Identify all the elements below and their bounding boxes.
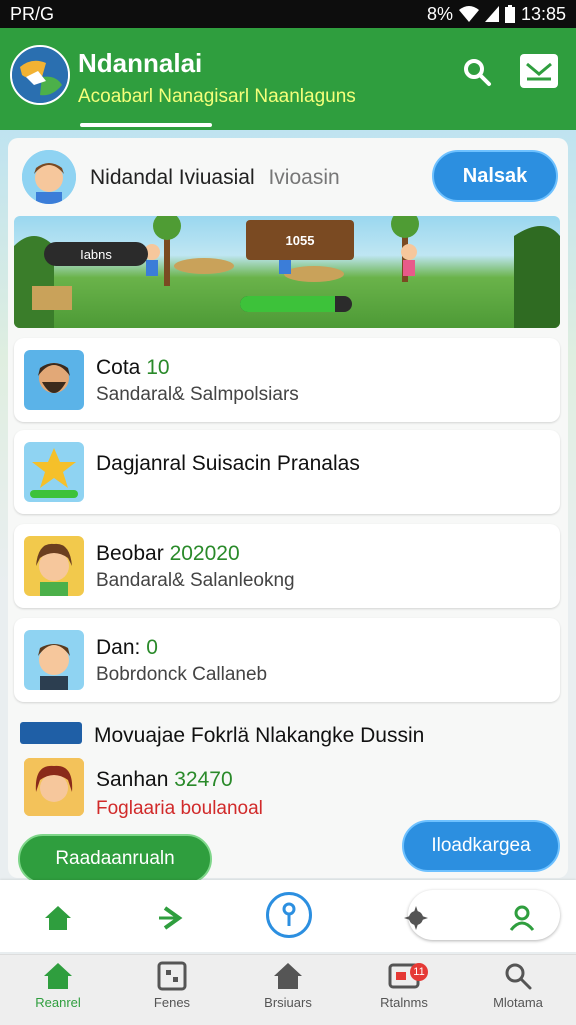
header-tab-indicator bbox=[80, 123, 212, 127]
app-logo[interactable] bbox=[10, 45, 70, 105]
search-button[interactable] bbox=[455, 50, 499, 94]
right-fab-button[interactable]: Iloadkargea bbox=[402, 820, 560, 872]
nav-item-games[interactable]: Fenes bbox=[122, 961, 222, 1021]
profile-avatar[interactable] bbox=[22, 150, 76, 204]
search-icon bbox=[464, 59, 491, 86]
action-toolbar bbox=[0, 880, 576, 952]
list-item-title: Cota 10 bbox=[96, 356, 170, 380]
nav-item-messages[interactable]: 11 Rtalnms bbox=[354, 961, 454, 1021]
nav-item-browse[interactable]: Brsiuars bbox=[238, 961, 338, 1021]
banner-progress-bar bbox=[240, 296, 352, 312]
nav-item-search[interactable]: Mlotama bbox=[468, 961, 568, 1021]
list-item-subtitle: Bandaral& Salanleokng bbox=[96, 570, 295, 591]
featured-row[interactable]: Movuajae Fokrlä Nlakangke Dussin Sanhan … bbox=[14, 714, 560, 824]
left-fab-button[interactable]: Raadaanrualn bbox=[18, 834, 212, 884]
list-item-title: Dan: 0 bbox=[96, 636, 158, 660]
key-icon bbox=[282, 902, 296, 926]
profile-name-row: Nidandal Iviuasial Ivioasin bbox=[90, 166, 340, 190]
banner-tag: Iabns bbox=[44, 242, 148, 266]
avatar-bearded-icon bbox=[24, 350, 84, 410]
nav-label: Rtalnms bbox=[380, 995, 428, 1010]
search-icon bbox=[505, 963, 532, 990]
clock: 13:85 bbox=[520, 3, 566, 24]
list-item-title-text: Beobar bbox=[96, 542, 164, 565]
user-icon bbox=[509, 905, 535, 931]
featured-name: Sanhan bbox=[96, 768, 169, 791]
featured-value: 32470 bbox=[174, 768, 233, 791]
app-subtitle: Acoabarl Nanagisarl Naanlaguns bbox=[78, 86, 356, 107]
list-avatar bbox=[24, 536, 84, 596]
signal-icon bbox=[484, 6, 499, 22]
grid-icon bbox=[157, 961, 187, 991]
carrier-label: PR/G bbox=[10, 3, 55, 24]
battery-percent: 8% bbox=[426, 3, 453, 24]
profile-status: Ivioasin bbox=[268, 166, 340, 189]
battery-icon bbox=[504, 5, 515, 23]
toolbar-settings-button[interactable] bbox=[396, 898, 436, 938]
star-fox-icon bbox=[24, 442, 84, 502]
app-title: Ndannalai bbox=[78, 48, 203, 78]
list-item-title: Dagjanral Suisacin Pranalas bbox=[96, 452, 360, 475]
list-item[interactable]: Beobar 202020 Bandaral& Salanleokng bbox=[14, 524, 560, 608]
profile-name: Nidandal bbox=[90, 166, 173, 189]
featured-title: Movuajae Fokrlä Nlakangke Dussin bbox=[94, 724, 425, 747]
featured-name-row: Sanhan 32470 bbox=[96, 768, 233, 792]
list-item-value: 202020 bbox=[169, 542, 240, 565]
banner-sign: 1055 bbox=[246, 220, 354, 260]
list-avatar bbox=[24, 350, 84, 410]
list-item-value: 0 bbox=[146, 636, 158, 659]
nav-label: Mlotama bbox=[493, 995, 543, 1010]
list-avatar bbox=[24, 630, 84, 690]
list-item-title-text: Dan: bbox=[96, 636, 141, 659]
list-item-subtitle: Sandaral& Salmpolsiars bbox=[96, 384, 299, 405]
status-bar: PR/G 8% 13:85 bbox=[0, 0, 576, 28]
avatar-redhair-icon bbox=[24, 758, 84, 816]
status-right: 8% 13:85 bbox=[427, 4, 566, 25]
avatar-boy-icon bbox=[22, 150, 76, 204]
avatar-girl-icon bbox=[24, 536, 84, 596]
list-item[interactable]: Cota 10 Sandaral& Salmpolsiars bbox=[14, 338, 560, 422]
featured-avatar bbox=[24, 758, 84, 816]
banner-progress-fill bbox=[240, 296, 336, 312]
list-avatar bbox=[24, 442, 84, 502]
nav-label: Fenes bbox=[153, 995, 191, 1010]
globe-icon bbox=[12, 47, 68, 103]
bottom-nav: Reanrel Fenes Brsiuars 11 Rtalnms Mlotam… bbox=[0, 954, 576, 1025]
list-item-title: Beobar 202020 bbox=[96, 542, 240, 566]
list-item-title-text: Cota bbox=[96, 356, 141, 379]
app-header: Ndannalai Acoabarl Nanagisarl Naanlaguns bbox=[0, 28, 576, 130]
gear-icon bbox=[404, 906, 428, 930]
notification-badge: 11 bbox=[410, 963, 428, 981]
list-item-subtitle: Bobrdonck Callaneb bbox=[96, 664, 268, 685]
mail-icon bbox=[526, 62, 552, 81]
toolbar-home-button[interactable] bbox=[38, 898, 78, 938]
home-icon bbox=[44, 963, 72, 989]
wifi-icon bbox=[458, 6, 479, 22]
nav-item-home[interactable]: Reanrel bbox=[8, 961, 108, 1021]
toolbar-center-button[interactable] bbox=[266, 892, 312, 938]
avatar-man-icon bbox=[24, 630, 84, 690]
profile-action-button[interactable]: Nalsak bbox=[432, 150, 558, 202]
featured-note: Foglaaria boulanoal bbox=[96, 798, 263, 819]
forward-arrow-icon bbox=[159, 906, 183, 930]
nav-label: Reanrel bbox=[35, 995, 81, 1010]
game-banner[interactable]: 1055 Iabns bbox=[14, 216, 560, 328]
list-item-value: 10 bbox=[146, 356, 170, 379]
list-item[interactable]: Dan: 0 Bobrdonck Callaneb bbox=[14, 618, 560, 702]
nav-label: Brsiuars bbox=[264, 995, 312, 1010]
bat-icon bbox=[20, 722, 82, 744]
mail-button[interactable] bbox=[520, 54, 558, 88]
toolbar-forward-button[interactable] bbox=[152, 898, 192, 938]
house-icon bbox=[274, 963, 302, 989]
profile-name-2: Iviuasial bbox=[178, 166, 255, 189]
list-item[interactable]: Dagjanral Suisacin Pranalas bbox=[14, 430, 560, 514]
toolbar-profile-button[interactable] bbox=[502, 898, 542, 938]
home-icon bbox=[45, 906, 71, 930]
